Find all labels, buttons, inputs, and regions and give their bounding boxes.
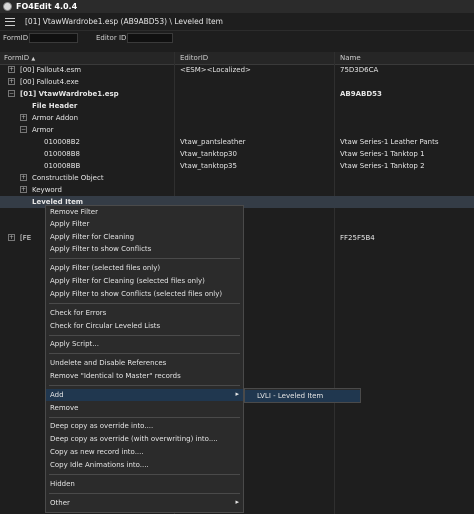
tree-row-armor-record[interactable]: 010008BB Vtaw_tanktop35 Vtaw Series-1 Ta…: [0, 160, 474, 172]
submenu-arrow-icon: ▸: [235, 498, 239, 506]
expand-icon[interactable]: +: [8, 66, 15, 73]
tree-row-vtawwardrobe1[interactable]: − [01] VtawWardrobe1.esp AB9ABD53: [0, 88, 474, 100]
title-bar: FO4Edit 4.0.4: [0, 0, 474, 13]
tree-row-armor-addon[interactable]: + Armor Addon: [0, 112, 474, 124]
record-path: [01] VtawWardrobe1.esp (AB9ABD53) \ Leve…: [25, 17, 223, 26]
menu-remove-filter[interactable]: Remove Filter: [46, 206, 243, 218]
menu-check-errors[interactable]: Check for Errors: [46, 307, 243, 319]
menu-separator: [49, 353, 240, 354]
tree-row-formid: [FE: [20, 234, 32, 242]
menu-separator: [49, 258, 240, 259]
column-name[interactable]: Name: [340, 54, 361, 62]
menu-deep-copy-override[interactable]: Deep copy as override into....: [46, 420, 243, 432]
editorid-filter-input[interactable]: [127, 33, 173, 43]
expand-icon[interactable]: +: [20, 186, 27, 193]
menu-apply-script[interactable]: Apply Script...: [46, 338, 243, 350]
menu-undelete-disable-references[interactable]: Undelete and Disable References: [46, 357, 243, 369]
tree-row-name: Vtaw Series-1 Leather Pants: [340, 138, 439, 146]
tree-row-formid: Keyword: [32, 186, 62, 194]
tree-row-name: 75D3D6CA: [340, 66, 379, 74]
app-icon: [3, 2, 12, 11]
menu-other[interactable]: Other ▸: [46, 497, 243, 509]
submenu-lvli-leveled-item[interactable]: LVLI - Leveled Item: [245, 390, 360, 402]
menu-check-circular-leveled-lists[interactable]: Check for Circular Leveled Lists: [46, 320, 243, 332]
menu-apply-filter-conflicts[interactable]: Apply Filter to show Conflicts: [46, 243, 243, 255]
tree-row-formid: Constructible Object: [32, 174, 104, 182]
expand-icon[interactable]: +: [8, 234, 15, 241]
menu-separator: [49, 493, 240, 494]
tree-row-formid: File Header: [32, 102, 78, 110]
menu-separator: [49, 335, 240, 336]
tree-row-editorid: Vtaw_tanktop30: [180, 150, 237, 158]
tree-row-file-header[interactable]: File Header: [0, 100, 474, 112]
menu-add[interactable]: Add ▸: [46, 389, 243, 401]
menu-separator: [49, 474, 240, 475]
expand-icon[interactable]: +: [20, 114, 27, 121]
context-menu: Remove Filter Apply Filter Apply Filter …: [45, 205, 244, 513]
editorid-filter-label: Editor ID: [96, 34, 127, 42]
filter-bar: FormID Editor ID: [0, 31, 474, 46]
menu-separator: [49, 303, 240, 304]
tree-row-name: AB9ABD53: [340, 90, 382, 98]
tree-row-armor-record[interactable]: 010008B8 Vtaw_tanktop30 Vtaw Series-1 Ta…: [0, 148, 474, 160]
menu-apply-filter-cleaning-selected[interactable]: Apply Filter for Cleaning (selected file…: [46, 275, 243, 287]
menu-apply-filter-conflicts-selected[interactable]: Apply Filter to show Conflicts (selected…: [46, 288, 243, 300]
collapse-icon[interactable]: −: [20, 126, 27, 133]
tree-row-editorid: <ESM><Localized>: [180, 66, 251, 74]
expand-icon[interactable]: +: [20, 174, 27, 181]
tree-row-formid: 010008B2: [44, 138, 80, 146]
tree-row-formid: [00] Fallout4.exe: [20, 78, 79, 86]
menu-apply-filter[interactable]: Apply Filter: [46, 218, 243, 230]
menu-apply-filter-cleaning[interactable]: Apply Filter for Cleaning: [46, 231, 243, 243]
menu-remove[interactable]: Remove: [46, 402, 243, 414]
tree-row-fallout4-esm[interactable]: + [00] Fallout4.esm <ESM><Localized> 75D…: [0, 64, 474, 76]
tree-row-formid: 010008BB: [44, 162, 81, 170]
menu-copy-idle-animations[interactable]: Copy Idle Animations into....: [46, 459, 243, 471]
column-formid[interactable]: FormID ▲: [4, 54, 35, 62]
tree-row-keyword[interactable]: + Keyword: [0, 184, 474, 196]
menu-hidden[interactable]: Hidden: [46, 478, 243, 490]
formid-filter-input[interactable]: [29, 33, 78, 43]
submenu-arrow-icon: ▸: [235, 390, 239, 398]
tree-row-armor[interactable]: − Armor: [0, 124, 474, 136]
tree-row-formid: Armor Addon: [32, 114, 79, 122]
tree-row-formid: 010008B8: [44, 150, 80, 158]
column-editorid[interactable]: EditorID: [180, 54, 208, 62]
tree-row-formid: [00] Fallout4.esm: [20, 66, 82, 74]
expand-icon[interactable]: +: [8, 78, 15, 85]
sort-ascending-icon: ▲: [31, 56, 36, 62]
window-title: FO4Edit 4.0.4: [16, 2, 78, 11]
tree-row-name: FF25F5B4: [340, 234, 375, 242]
formid-filter-label: FormID: [3, 34, 29, 42]
collapse-icon[interactable]: −: [8, 90, 15, 97]
hamburger-menu-icon[interactable]: [5, 17, 15, 26]
tree-row-editorid: Vtaw_tanktop35: [180, 162, 237, 170]
menu-deep-copy-override-overwriting[interactable]: Deep copy as override (with overwriting)…: [46, 433, 243, 445]
tree-row-armor-record[interactable]: 010008B2 Vtaw_pantsleather Vtaw Series-1…: [0, 136, 474, 148]
tree-row-formid: Armor: [32, 126, 54, 134]
menu-apply-filter-selected[interactable]: Apply Filter (selected files only): [46, 262, 243, 274]
menu-separator: [49, 417, 240, 418]
menu-remove-identical-to-master[interactable]: Remove "Identical to Master" records: [46, 370, 243, 382]
toolbar: [01] VtawWardrobe1.esp (AB9ABD53) \ Leve…: [0, 13, 474, 31]
tree-row-editorid: Vtaw_pantsleather: [180, 138, 246, 146]
tree-row-constructible-object[interactable]: + Constructible Object: [0, 172, 474, 184]
tree-row-formid: [01] VtawWardrobe1.esp: [20, 90, 119, 98]
tree-row-name: Vtaw Series-1 Tanktop 2: [340, 162, 425, 170]
add-submenu: LVLI - Leveled Item: [244, 388, 361, 403]
menu-copy-as-new-record[interactable]: Copy as new record into....: [46, 446, 243, 458]
tree-row-fallout4-exe[interactable]: + [00] Fallout4.exe: [0, 76, 474, 88]
menu-separator: [49, 385, 240, 386]
tree-row-name: Vtaw Series-1 Tanktop 1: [340, 150, 425, 158]
